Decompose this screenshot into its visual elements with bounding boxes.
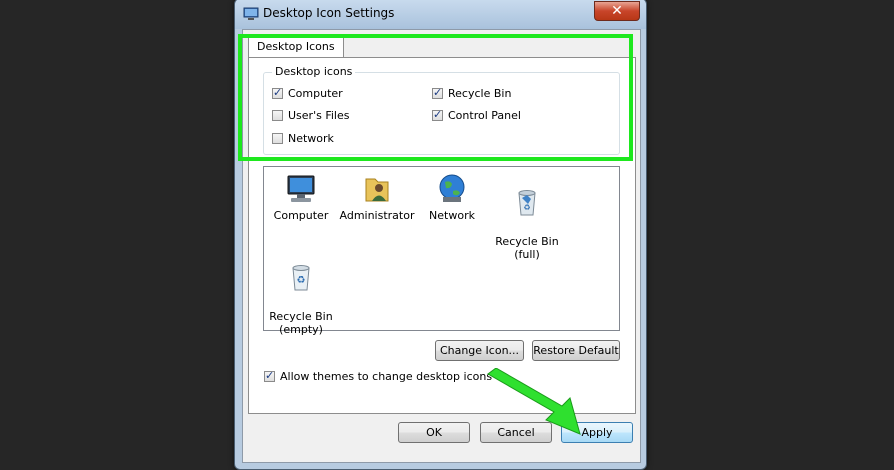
checkbox-box[interactable]	[272, 110, 283, 121]
icon-label: Administrator	[339, 209, 415, 222]
dialog-client-area: Desktop Icons Desktop icons Computer Use…	[242, 29, 641, 463]
checkbox-label: User's Files	[288, 109, 350, 122]
close-icon: ✕	[611, 3, 623, 19]
icon-label: Recycle Bin (empty)	[269, 310, 333, 336]
checkbox-allow-themes[interactable]: Allow themes to change desktop icons	[264, 369, 493, 383]
icon-label: Recycle Bin (full)	[495, 235, 559, 261]
checkbox-control-panel[interactable]: Control Panel	[432, 108, 521, 122]
checkbox-label: Network	[288, 132, 334, 145]
checkbox-users-files[interactable]: User's Files	[272, 109, 349, 122]
icon-item-recycle-bin-empty[interactable]: ♻ Recycle Bin (empty)	[261, 248, 341, 336]
checkbox-box[interactable]	[272, 86, 283, 99]
checkbox-label: Control Panel	[448, 109, 521, 122]
recycle-bin-empty-icon: ♻	[292, 265, 310, 291]
icon-item-network[interactable]: Network	[412, 173, 492, 222]
checkbox-box[interactable]	[272, 133, 283, 144]
user-folder-icon	[365, 178, 389, 202]
desktop-icon-settings-window: Desktop Icon Settings ✕ Desktop Icons De…	[234, 0, 647, 470]
checkbox-label: Recycle Bin	[448, 87, 512, 100]
svg-text:♻: ♻	[523, 203, 530, 212]
group-title: Desktop icons	[272, 65, 356, 78]
window-title: Desktop Icon Settings	[263, 6, 395, 20]
cancel-button[interactable]: Cancel	[480, 422, 552, 443]
checkbox-label: Allow themes to change desktop icons	[280, 370, 493, 383]
icon-label: Computer	[273, 209, 329, 222]
checkbox-box[interactable]	[432, 86, 443, 99]
computer-icon	[287, 175, 315, 202]
icon-label: Network	[429, 209, 475, 222]
ok-button[interactable]: OK	[398, 422, 470, 443]
title-bar: Desktop Icon Settings ✕	[235, 0, 646, 29]
checkbox-computer[interactable]: Computer	[272, 86, 343, 100]
icon-item-computer[interactable]: Computer	[261, 173, 341, 222]
desktop-icon-list[interactable]: Computer Administrator Network ♻ Recycle…	[261, 166, 620, 336]
restore-default-button[interactable]: Restore Default	[532, 340, 620, 361]
checkbox-network[interactable]: Network	[272, 132, 334, 145]
icon-item-recycle-bin-full[interactable]: ♻ Recycle Bin (full)	[487, 173, 567, 261]
icon-item-administrator[interactable]: Administrator	[337, 173, 417, 222]
close-button[interactable]: ✕	[594, 1, 640, 21]
recycle-bin-full-icon: ♻	[518, 190, 536, 216]
change-icon-button[interactable]: Change Icon...	[435, 340, 524, 361]
checkbox-box[interactable]	[264, 369, 275, 382]
desktop-settings-icon	[243, 7, 259, 20]
checkbox-box[interactable]	[432, 108, 443, 121]
svg-text:♻: ♻	[297, 275, 306, 286]
apply-button[interactable]: Apply	[561, 422, 633, 443]
tab-desktop-icons[interactable]: Desktop Icons	[248, 36, 344, 57]
checkbox-recycle-bin[interactable]: Recycle Bin	[432, 86, 512, 100]
checkbox-label: Computer	[288, 87, 343, 100]
network-globe-icon	[439, 174, 465, 202]
